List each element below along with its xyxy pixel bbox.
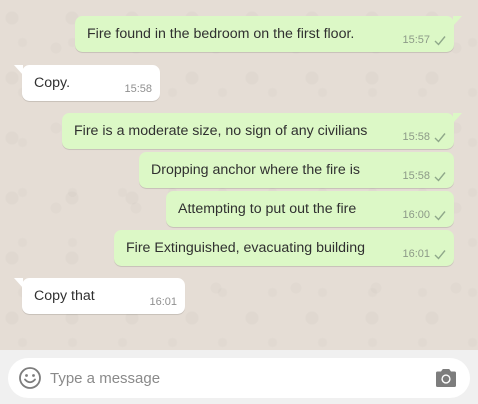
message-text: Fire Extinguished, evacuating building [126,240,365,256]
message-meta: 15:58 [402,131,446,143]
message-text: Fire found in the bedroom on the first f… [87,26,355,42]
single-check-icon [434,171,446,182]
message-incoming[interactable]: Copy that 16:01 [14,278,185,314]
camera-icon[interactable] [434,367,458,389]
message-time: 15:58 [402,131,430,143]
message-outgoing[interactable]: Dropping anchor where the fire is 15:58 [139,152,454,188]
single-check-icon [434,249,446,260]
bubble-tail [14,65,23,75]
compose-bar [0,350,478,404]
single-check-icon [434,35,446,46]
message-meta: 16:01 [149,296,177,308]
message-text: Attempting to put out the fire [178,201,357,217]
message-input-container [8,358,470,398]
message-meta: 15:58 [402,170,446,182]
message-meta: 15:57 [402,34,446,46]
message-outgoing[interactable]: Fire found in the bedroom on the first f… [75,16,462,52]
message-time: 15:58 [124,83,152,95]
message-meta: 16:00 [402,209,446,221]
message-text: Fire is a moderate size, no sign of any … [74,123,368,139]
bubble-tail [453,16,462,26]
message-text: Copy. [34,75,71,91]
single-check-icon [434,210,446,221]
message-time: 16:01 [402,248,430,260]
message-time: 15:57 [402,34,430,46]
message-outgoing[interactable]: Fire is a moderate size, no sign of any … [62,113,462,149]
message-text: Dropping anchor where the fire is [151,162,360,178]
chat-area: Fire found in the bedroom on the first f… [0,0,478,350]
bubble-tail [14,278,23,288]
message-incoming[interactable]: Copy. 15:58 [14,65,160,101]
message-text: Copy that [34,288,95,304]
message-meta: 16:01 [402,248,446,260]
single-check-icon [434,132,446,143]
message-outgoing[interactable]: Fire Extinguished, evacuating building 1… [114,230,454,266]
message-input[interactable] [50,367,420,389]
message-time: 16:01 [149,296,177,308]
message-meta: 15:58 [124,83,152,95]
message-time: 16:00 [402,209,430,221]
message-time: 15:58 [402,170,430,182]
message-outgoing[interactable]: Attempting to put out the fire 16:00 [166,191,454,227]
smiley-icon[interactable] [18,366,42,390]
bubble-tail [453,113,462,123]
